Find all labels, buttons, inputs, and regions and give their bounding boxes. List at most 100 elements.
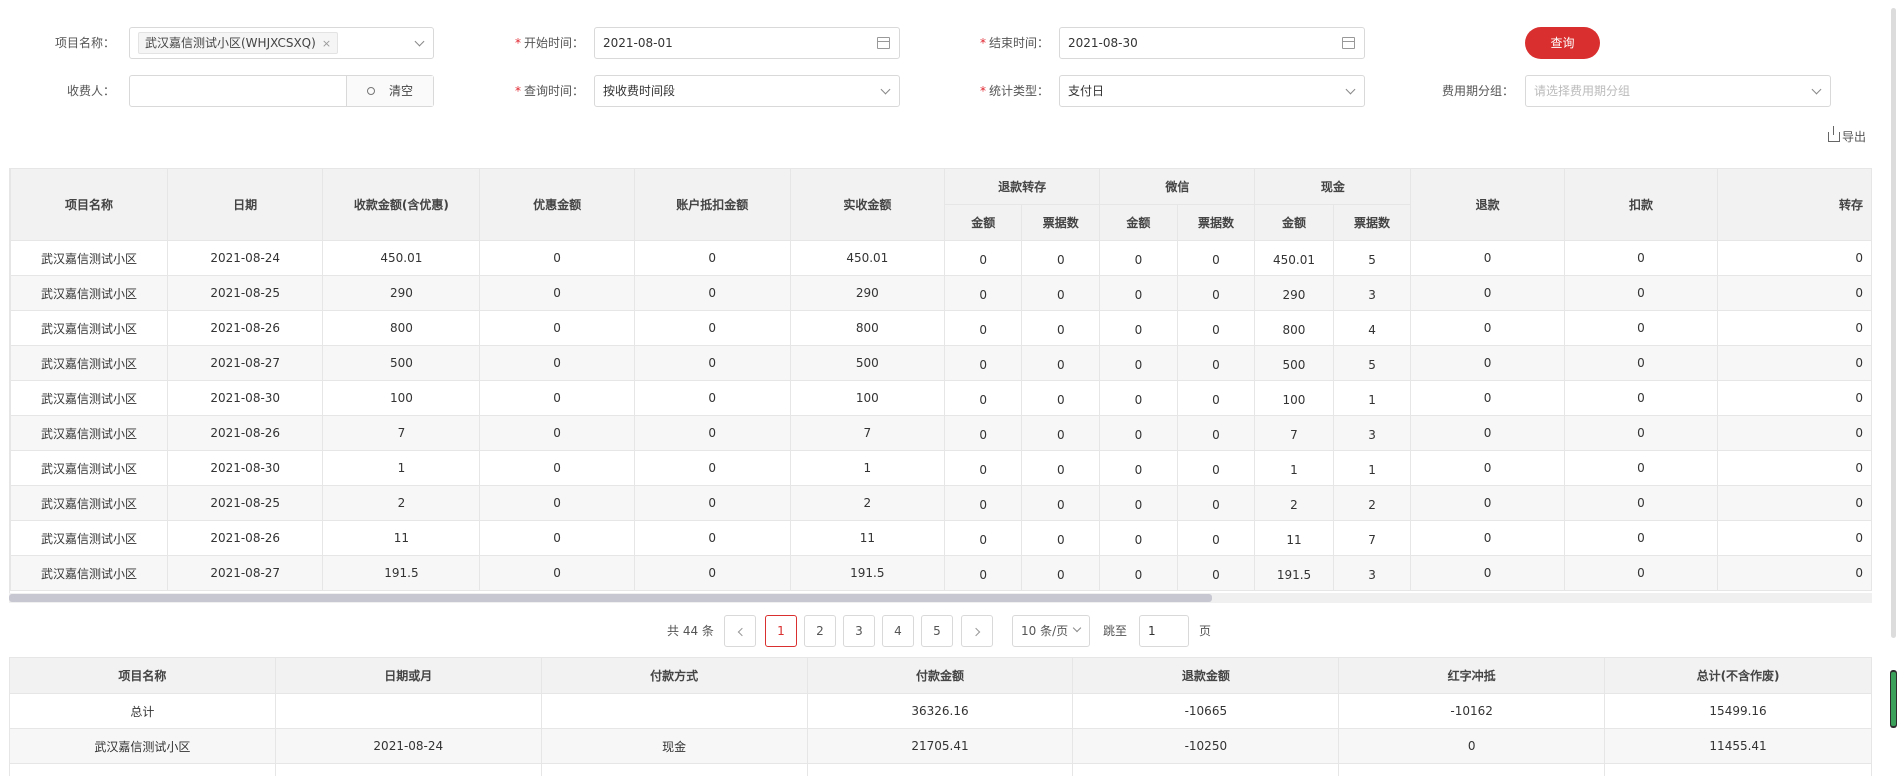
page-size-select[interactable]: 10 条/页	[1012, 615, 1090, 647]
start-date-input[interactable]: 2021-08-01	[594, 27, 900, 59]
table-cell: 800	[1254, 310, 1334, 346]
col-header-deduction[interactable]: 扣款	[1563, 168, 1719, 241]
export-button[interactable]: 导出	[1828, 126, 1866, 145]
col-header-amount[interactable]: 金额	[1099, 204, 1178, 241]
col-header-receivable[interactable]: 收款金额(含优惠)	[322, 168, 481, 241]
table-cell: 0	[944, 520, 1023, 556]
summary-col-header[interactable]: 日期或月	[274, 657, 542, 694]
table-cell: 0	[1099, 520, 1178, 556]
project-select[interactable]: 武汉嘉信测试小区(WHJXCSXQ) ×	[129, 27, 434, 59]
table-row[interactable]: 武汉嘉信测试小区 2021-08-26 11 0 0 11 0 0 0 0 11 7 0 0 0	[10, 520, 1872, 556]
start-time-label-text: 开始时间：	[523, 36, 584, 50]
clear-button[interactable]: 清空	[346, 76, 433, 106]
filter-form: 项目名称： 武汉嘉信测试小区(WHJXCSXQ) × * 开始时间： 2021-08…	[0, 0, 1880, 120]
prev-page-button[interactable]	[724, 615, 756, 647]
table-row[interactable]: 武汉嘉信测试小区 2021-08-26 7 0 0 7 0 0 0 0 7 3 0 0 0	[10, 415, 1872, 451]
table-cell: 0	[1410, 380, 1565, 416]
stat-type-label: * 统计类型：	[979, 84, 1049, 98]
table-cell: 0	[1099, 485, 1178, 521]
table-cell: 100	[322, 380, 481, 416]
col-header-amount[interactable]: 金额	[1254, 204, 1334, 241]
page-scrollbar[interactable]	[1890, 0, 1898, 776]
page-scrollbar-track[interactable]	[1891, 8, 1896, 638]
summary-cell	[540, 693, 808, 729]
col-header-actual[interactable]: 实收金额	[789, 168, 946, 241]
next-page-button[interactable]	[961, 615, 993, 647]
summary-row[interactable]	[9, 763, 1872, 776]
table-row[interactable]: 武汉嘉信测试小区 2021-08-27 500 0 0 500 0 0 0 0 500 5 0 0 0	[10, 345, 1872, 381]
table-cell: 0	[479, 555, 635, 591]
page-5-button[interactable]: 5	[921, 615, 953, 647]
col-header-ticket-count[interactable]: 票据数	[1332, 204, 1412, 241]
query-time-select[interactable]: 按收费时间段	[594, 75, 900, 107]
table-cell: 0	[633, 275, 791, 311]
summary-col-header[interactable]: 红字冲抵	[1338, 657, 1606, 694]
page-2-button[interactable]: 2	[804, 615, 836, 647]
table-cell: 0	[479, 345, 635, 381]
tag-close-icon[interactable]: ×	[322, 37, 331, 50]
payee-label: 收费人：	[66, 84, 115, 98]
table-cell: 2	[1332, 485, 1412, 521]
table-cell: 290	[322, 275, 481, 311]
page-size-value: 10 条/页	[1021, 624, 1069, 638]
table-cell: 0	[1021, 485, 1101, 521]
col-header-amount[interactable]: 金额	[944, 204, 1023, 241]
table-cell: 0	[1563, 310, 1719, 346]
table-cell: 5	[1332, 240, 1412, 276]
page-scrollbar-thumb[interactable]	[1890, 670, 1897, 728]
summary-col-header[interactable]: 付款金额	[806, 657, 1074, 694]
end-date-input[interactable]: 2021-08-30	[1059, 27, 1365, 59]
table-cell: 0	[479, 520, 635, 556]
summary-col-header[interactable]: 项目名称	[9, 657, 276, 694]
summary-col-header[interactable]: 付款方式	[540, 657, 808, 694]
page-3-button[interactable]: 3	[843, 615, 875, 647]
col-header-project[interactable]: 项目名称	[10, 168, 168, 241]
col-header-ticket-count[interactable]: 票据数	[1021, 204, 1101, 241]
table-cell: 武汉嘉信测试小区	[10, 380, 168, 416]
table-cell: 0	[1176, 555, 1256, 591]
end-date-value: 2021-08-30	[1068, 36, 1138, 50]
table-row[interactable]: 武汉嘉信测试小区 2021-08-30 1 0 0 1 0 0 0 0 1 1 0 0 0	[10, 450, 1872, 486]
stat-type-select[interactable]: 支付日	[1059, 75, 1365, 107]
fee-group-select[interactable]: 请选择费用期分组	[1525, 75, 1831, 107]
summary-row[interactable]: 武汉嘉信测试小区 2021-08-24 现金 21705.41 -10250 0 11455…	[9, 728, 1872, 764]
table-cell: 0	[633, 380, 791, 416]
table-row[interactable]: 武汉嘉信测试小区 2021-08-25 290 0 0 290 0 0 0 0 290 3 0 0 0	[10, 275, 1872, 311]
summary-col-header[interactable]: 总计(不含作废)	[1604, 657, 1872, 694]
query-button[interactable]: 查询	[1525, 27, 1600, 59]
page-4-button[interactable]: 4	[882, 615, 914, 647]
main-table-body: 武汉嘉信测试小区 2021-08-24 450.01 0 0 450.01 0 0 0 0 450.…	[10, 240, 1872, 591]
table-cell: 100	[789, 380, 946, 416]
table-cell: 0	[1176, 275, 1256, 311]
table-cell: 武汉嘉信测试小区	[10, 345, 168, 381]
col-header-account-offset[interactable]: 账户抵扣金额	[633, 168, 791, 241]
payee-input[interactable]	[130, 76, 347, 106]
summary-row[interactable]: 总计 36326.16 -10665 -10162 15499.16	[9, 693, 1872, 729]
start-time-label: * 开始时间：	[514, 36, 584, 50]
table-cell: 0	[1563, 485, 1719, 521]
table-row[interactable]: 武汉嘉信测试小区 2021-08-30 100 0 0 100 0 0 0 0 100 1 0 0 0	[10, 380, 1872, 416]
summary-table-body: 总计 36326.16 -10665 -10162 15499.16 武汉嘉信测试小区 20…	[9, 693, 1872, 776]
summary-col-header[interactable]: 退款金额	[1072, 657, 1340, 694]
col-header-date[interactable]: 日期	[166, 168, 324, 241]
table-cell: 7	[1254, 415, 1334, 451]
table-cell: 0	[1717, 380, 1872, 416]
table-cell: 武汉嘉信测试小区	[10, 415, 168, 451]
col-header-ticket-count[interactable]: 票据数	[1176, 204, 1256, 241]
horizontal-scrollbar[interactable]	[9, 593, 1872, 603]
table-cell: 0	[1563, 345, 1719, 381]
col-header-refund[interactable]: 退款	[1410, 168, 1565, 241]
table-cell: 0	[1717, 345, 1872, 381]
table-row[interactable]: 武汉嘉信测试小区 2021-08-24 450.01 0 0 450.01 0 0 0 0 450.…	[10, 240, 1872, 276]
scrollbar-thumb[interactable]	[9, 594, 1212, 602]
jump-page-input[interactable]: 1	[1139, 615, 1189, 647]
table-cell: 0	[1717, 275, 1872, 311]
table-cell: 武汉嘉信测试小区	[10, 485, 168, 521]
page-1-button[interactable]: 1	[765, 615, 797, 647]
col-header-discount[interactable]: 优惠金额	[479, 168, 635, 241]
table-cell: 2021-08-30	[166, 450, 324, 486]
col-header-transfer[interactable]: 转存	[1717, 168, 1872, 241]
table-row[interactable]: 武汉嘉信测试小区 2021-08-27 191.5 0 0 191.5 0 0 0 0 191.5 3…	[10, 555, 1872, 591]
table-row[interactable]: 武汉嘉信测试小区 2021-08-26 800 0 0 800 0 0 0 0 800 4 0 0 0	[10, 310, 1872, 346]
table-row[interactable]: 武汉嘉信测试小区 2021-08-25 2 0 0 2 0 0 0 0 2 2 0 0 0	[10, 485, 1872, 521]
